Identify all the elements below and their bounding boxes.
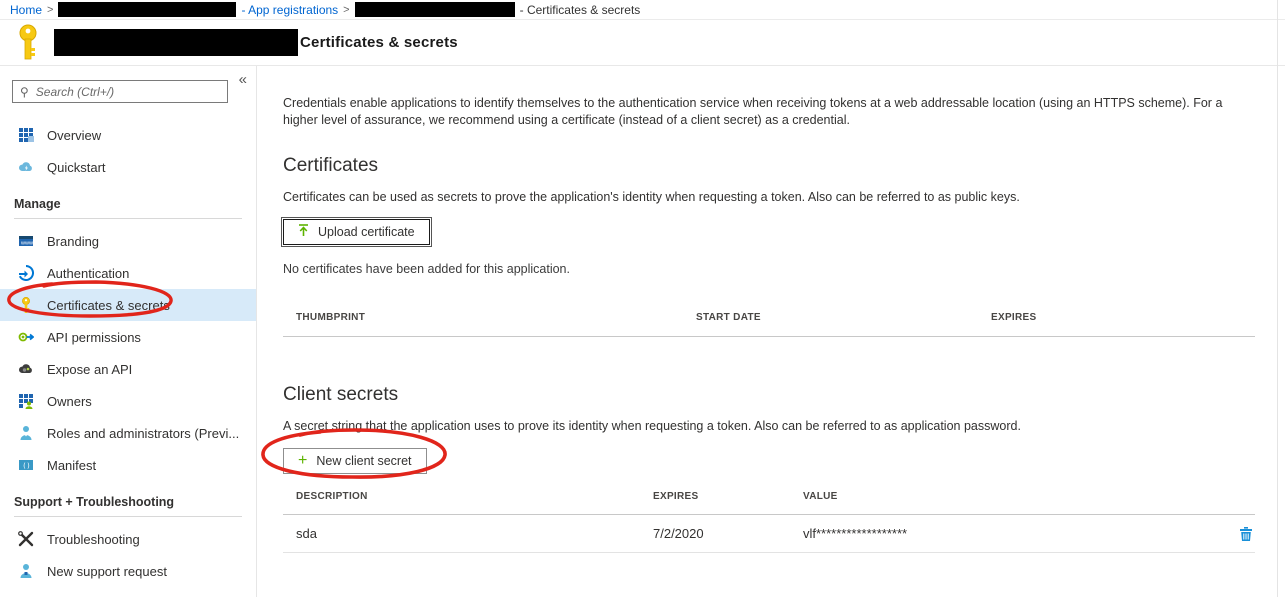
sidebar-item-label: API permissions [47,330,141,345]
new-client-secret-label: New client secret [316,454,411,468]
sidebar-item-label: Quickstart [47,160,106,175]
sidebar-item-new-support-request[interactable]: New support request [0,555,256,587]
redacted-directory-name [58,2,236,17]
no-certificates-message: No certificates have been added for this… [283,262,1255,276]
main-content: Credentials enable applications to ident… [257,66,1285,597]
sidebar-item-label: Manifest [47,458,96,473]
expose-api-icon [18,361,34,377]
credentials-intro-text: Credentials enable applications to ident… [283,95,1255,129]
scroll-track-divider[interactable] [1277,0,1278,597]
section-divider [14,218,242,219]
sidebar-item-label: Troubleshooting [47,532,140,547]
client-secret-row: sda 7/2/2020 vlf****************** [283,515,1255,553]
troubleshooting-icon [18,531,34,547]
col-expires: EXPIRES [653,491,803,502]
col-value: VALUE [803,491,1215,502]
breadcrumb-home-link[interactable]: Home [10,3,42,17]
sidebar: « ⚲ Overview [0,66,257,597]
sidebar-item-label: Certificates & secrets [47,298,170,313]
upload-certificate-button[interactable]: Upload certificate [283,219,430,245]
secret-value: vlf****************** [803,526,1215,541]
secret-expires: 7/2/2020 [653,526,803,541]
sidebar-collapse-icon[interactable]: « [239,72,247,87]
sidebar-item-manifest[interactable]: () Manifest [0,449,256,481]
sidebar-item-label: Roles and administrators (Previ... [47,426,239,441]
page-title: Certificates & secrets [300,34,458,51]
sidebar-item-roles-administrators[interactable]: Roles and administrators (Previ... [0,417,256,449]
azure-portal-page: Home > - App registrations > - Certifica… [0,0,1285,597]
page-header: Certificates & secrets [0,20,1285,66]
quickstart-cloud-icon [18,159,34,175]
redacted-app-name [355,2,515,17]
col-start-date: START DATE [696,312,991,323]
delete-secret-button[interactable] [1239,526,1253,542]
certificates-heading: Certificates [283,155,1255,177]
client-secrets-table-header: DESCRIPTION EXPIRES VALUE [283,491,1255,515]
sidebar-item-label: Overview [47,128,101,143]
breadcrumb-app-registrations-link[interactable]: - App registrations [241,3,338,17]
redacted-app-title [54,29,298,56]
svg-text:www: www [20,241,33,247]
sidebar-item-label: New support request [47,564,167,579]
sidebar-item-branding[interactable]: www Branding [0,225,256,257]
sidebar-item-label: Branding [47,234,99,249]
section-header: Support + Troubleshooting [0,495,256,509]
upload-icon [298,224,309,240]
trash-icon [1239,526,1253,542]
sidebar-item-quickstart[interactable]: Quickstart [0,151,256,183]
authentication-icon [18,265,34,281]
branding-icon: www [18,233,34,249]
client-secrets-description: A secret string that the application use… [283,419,1255,433]
key-icon [18,297,34,313]
col-description: DESCRIPTION [296,491,653,502]
client-secrets-heading: Client secrets [283,384,1255,406]
col-expires: EXPIRES [991,312,1255,323]
section-header: Manage [0,197,256,211]
sidebar-item-troubleshooting[interactable]: Troubleshooting [0,523,256,555]
sidebar-nav: Overview Quickstart Manage [0,119,256,587]
sidebar-item-label: Expose an API [47,362,132,377]
breadcrumb-separator: > [343,4,349,16]
svg-text:(): () [22,462,30,470]
sidebar-item-certificates-secrets[interactable]: Certificates & secrets [0,289,256,321]
breadcrumb: Home > - App registrations > - Certifica… [0,0,1285,20]
sidebar-item-label: Owners [47,394,92,409]
roles-icon [18,425,34,441]
sidebar-item-expose-an-api[interactable]: Expose an API [0,353,256,385]
breadcrumb-separator: > [47,4,53,16]
plus-icon: + [298,453,307,469]
support-request-icon [18,563,34,579]
sidebar-item-owners[interactable]: Owners [0,385,256,417]
search-input[interactable] [36,85,220,99]
certificates-description: Certificates can be used as secrets to p… [283,190,1255,204]
key-icon [16,24,42,62]
col-thumbprint: THUMBPRINT [296,312,696,323]
upload-certificate-label: Upload certificate [318,225,415,239]
sidebar-item-label: Authentication [47,266,129,281]
sidebar-section-manage: Manage [0,197,256,219]
owners-icon [18,393,34,409]
api-permissions-icon [18,329,34,345]
section-divider [14,516,242,517]
overview-grid-icon [18,127,34,143]
sidebar-item-authentication[interactable]: Authentication [0,257,256,289]
breadcrumb-current-page: - Certificates & secrets [520,3,641,17]
sidebar-item-overview[interactable]: Overview [0,119,256,151]
certificates-table-header: THUMBPRINT START DATE EXPIRES [283,312,1255,337]
sidebar-search[interactable]: ⚲ [12,80,228,103]
sidebar-section-support: Support + Troubleshooting [0,495,256,517]
sidebar-item-api-permissions[interactable]: API permissions [0,321,256,353]
search-icon: ⚲ [20,85,29,99]
manifest-icon: () [18,457,34,473]
new-client-secret-button[interactable]: + New client secret [283,448,427,474]
secret-description: sda [296,526,653,541]
